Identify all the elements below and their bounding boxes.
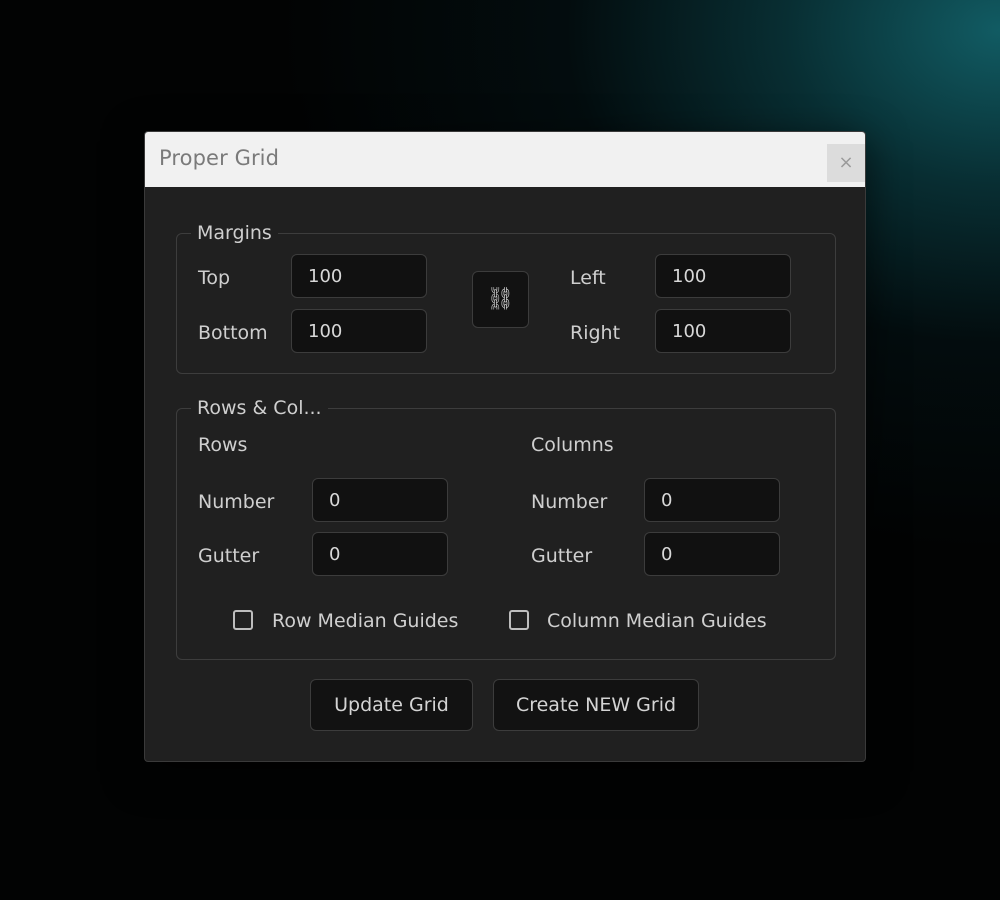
right-label: Right	[570, 322, 621, 344]
proper-grid-dialog: Proper Grid × Margins Top Bottom ⛓ Left …	[144, 131, 866, 762]
link-chain-icon: ⛓	[486, 287, 515, 312]
close-icon: ×	[838, 152, 854, 173]
columns-heading: Columns	[531, 434, 614, 456]
bottom-label: Bottom	[198, 322, 268, 344]
close-button[interactable]: ×	[827, 144, 865, 182]
columns-number-label: Number	[531, 491, 608, 513]
row-median-guides-checkbox[interactable]	[233, 610, 253, 630]
top-label: Top	[198, 267, 231, 289]
create-new-grid-button[interactable]: Create NEW Grid	[493, 679, 699, 731]
left-label: Left	[570, 267, 606, 289]
bottom-margin-input[interactable]	[291, 309, 427, 353]
rows-number-input[interactable]	[312, 478, 448, 522]
right-margin-input[interactable]	[655, 309, 791, 353]
margins-group: Margins Top Bottom ⛓ Left Right	[176, 221, 836, 374]
rows-number-label: Number	[198, 491, 275, 513]
rows-columns-legend: Rows & Col...	[191, 396, 328, 420]
margins-legend: Margins	[191, 221, 278, 245]
rows-gutter-label: Gutter	[198, 545, 260, 567]
rows-columns-group: Rows & Col... Rows Columns Number Number…	[176, 396, 836, 660]
left-margin-input[interactable]	[655, 254, 791, 298]
link-margins-button[interactable]: ⛓	[472, 271, 529, 328]
update-grid-button[interactable]: Update Grid	[310, 679, 473, 731]
rows-gutter-input[interactable]	[312, 532, 448, 576]
column-median-guides-label[interactable]: Column Median Guides	[547, 609, 767, 633]
dialog-title: Proper Grid	[159, 146, 280, 170]
columns-gutter-label: Gutter	[531, 545, 593, 567]
dialog-titlebar[interactable]: Proper Grid ×	[145, 132, 865, 187]
columns-number-input[interactable]	[644, 478, 780, 522]
rows-heading: Rows	[198, 434, 248, 456]
column-median-guides-checkbox[interactable]	[509, 610, 529, 630]
columns-gutter-input[interactable]	[644, 532, 780, 576]
row-median-guides-label[interactable]: Row Median Guides	[272, 609, 458, 633]
top-margin-input[interactable]	[291, 254, 427, 298]
